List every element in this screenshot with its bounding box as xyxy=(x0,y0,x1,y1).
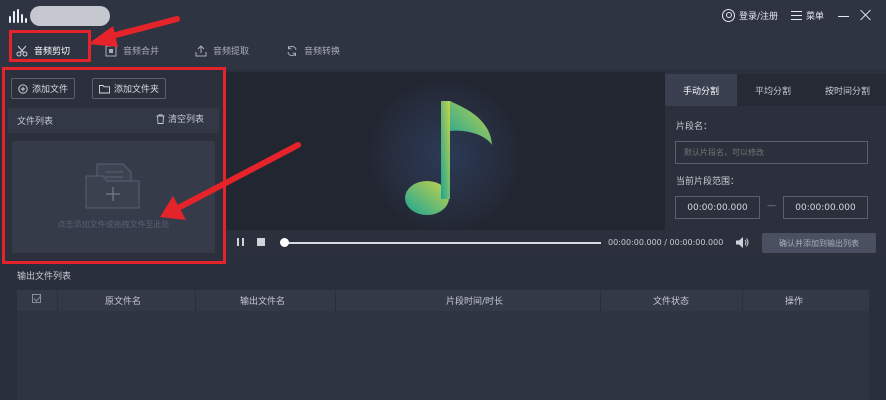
minimize-icon[interactable] xyxy=(838,16,849,17)
column-divider xyxy=(600,290,601,311)
tab-label: 音频转换 xyxy=(304,47,341,57)
column-divider xyxy=(335,290,336,311)
column-divider xyxy=(195,290,196,311)
select-all-checkbox[interactable] xyxy=(32,294,41,303)
close-icon[interactable] xyxy=(860,9,872,21)
tab-audio-convert[interactable]: 音频转换 xyxy=(286,44,340,57)
annotation-highlight-cut-tab xyxy=(9,30,91,62)
convert-icon xyxy=(287,45,297,56)
segment-name-input[interactable] xyxy=(675,141,868,164)
audio-logo-icon xyxy=(9,9,27,23)
app-title-redacted xyxy=(30,6,110,26)
user-icon xyxy=(722,9,735,22)
volume-icon[interactable] xyxy=(735,236,749,249)
column-segment-time: 片段时间/时长 xyxy=(446,297,504,307)
column-divider xyxy=(57,290,58,311)
login-button[interactable]: 登录/注册 xyxy=(722,9,778,22)
column-file-status: 文件状态 xyxy=(653,297,690,307)
menu-button[interactable]: 菜单 xyxy=(791,9,824,22)
column-divider xyxy=(742,290,743,311)
merge-icon xyxy=(105,45,117,56)
tab-label: 音频合并 xyxy=(123,47,160,57)
tab-audio-extract[interactable]: 音频提取 xyxy=(195,44,249,57)
extract-icon xyxy=(195,44,207,56)
hamburger-icon xyxy=(791,11,802,20)
current-time: 00:00:00.000 xyxy=(608,238,662,247)
tab-time-split[interactable]: 按时间分割 xyxy=(809,74,886,106)
confirm-add-output-button[interactable]: 确认并添加到输出列表 xyxy=(762,233,876,253)
output-table-body xyxy=(17,311,869,400)
column-actions: 操作 xyxy=(785,297,804,307)
total-time: 00:00:00.000 xyxy=(669,238,724,247)
login-label: 登录/注册 xyxy=(739,12,779,22)
range-end-field[interactable]: 00:00:00.000 xyxy=(783,196,868,219)
range-dash: — xyxy=(767,201,776,211)
tab-manual-split[interactable]: 手动分割 xyxy=(665,74,737,106)
output-list-title: 输出文件列表 xyxy=(17,272,72,282)
menu-label: 菜单 xyxy=(806,12,825,22)
annotation-highlight-file-panel xyxy=(2,67,226,264)
time-display: 00:00:00.000 / 00:00:00.000 xyxy=(608,238,723,247)
segment-name-label: 片段名： xyxy=(676,122,713,132)
time-separator: / xyxy=(664,238,667,247)
tab-average-split[interactable]: 平均分割 xyxy=(737,74,809,106)
column-original-name: 原文件名 xyxy=(105,297,142,307)
range-start-field[interactable]: 00:00:00.000 xyxy=(675,196,760,219)
pause-icon[interactable] xyxy=(237,238,244,246)
segment-range-label: 当前片段范围： xyxy=(676,177,740,187)
stop-icon[interactable] xyxy=(257,238,265,246)
tab-audio-merge[interactable]: 音频合并 xyxy=(105,44,159,57)
music-note-icon xyxy=(405,101,492,215)
progress-handle[interactable] xyxy=(280,238,289,247)
tab-label: 音频提取 xyxy=(213,47,250,57)
progress-track[interactable] xyxy=(284,242,601,244)
column-output-name: 输出文件名 xyxy=(240,297,286,307)
